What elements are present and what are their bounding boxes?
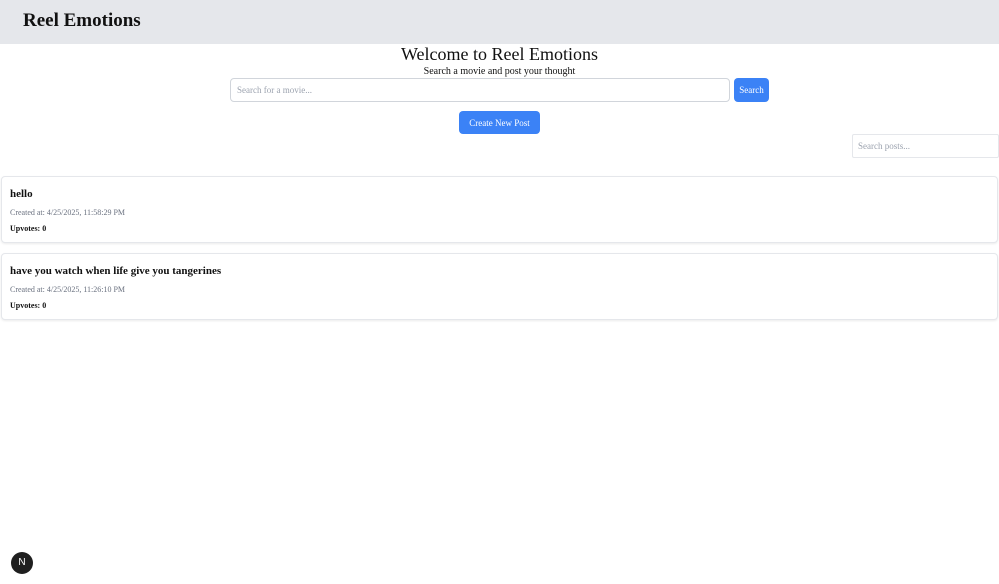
movie-search-input[interactable] — [230, 78, 730, 102]
nextjs-dev-badge-icon[interactable]: N — [11, 552, 33, 574]
page-title: Welcome to Reel Emotions — [400, 44, 598, 64]
search-button[interactable]: Search — [734, 78, 769, 102]
post-search-input[interactable] — [852, 134, 999, 158]
post-title: hello — [10, 188, 33, 200]
brand-logo-text[interactable]: Reel Emotions — [23, 10, 141, 32]
post-title: have you watch when life give you tanger… — [10, 265, 222, 277]
post-upvotes: Upvotes: 0 — [10, 224, 47, 233]
post-created-at: Created at: 4/25/2025, 11:58:29 PM — [10, 208, 126, 217]
create-new-post-button[interactable]: Create New Post — [459, 111, 540, 134]
page-subtitle: Search a movie and post your thought — [423, 66, 576, 77]
post-upvotes: Upvotes: 0 — [10, 301, 47, 310]
top-navbar: Reel Emotions — [0, 0, 999, 44]
post-created-at: Created at: 4/25/2025, 11:26:10 PM — [10, 285, 126, 294]
post-card[interactable]: have you watch when life give you tanger… — [1, 253, 998, 320]
post-card[interactable]: hello Created at: 4/25/2025, 11:58:29 PM… — [1, 176, 998, 243]
